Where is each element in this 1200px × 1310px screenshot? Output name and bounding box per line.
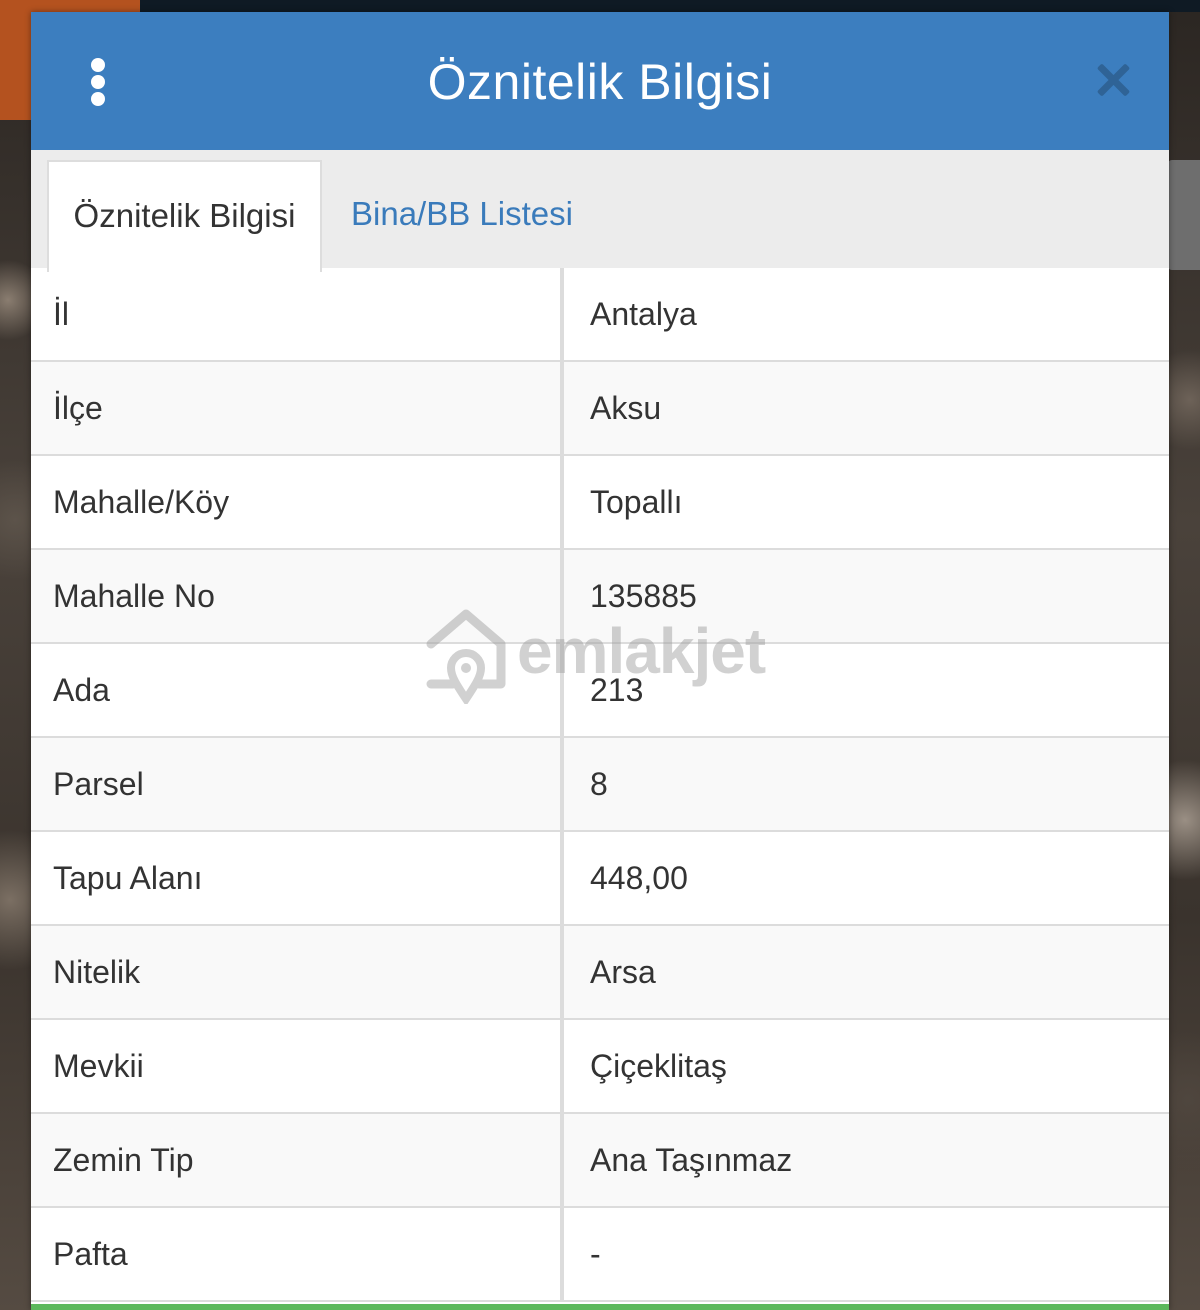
table-row: Mahalle No 135885 bbox=[31, 550, 1169, 644]
attribute-label: Mevkii bbox=[31, 1020, 564, 1112]
attribute-value: Ana Taşınmaz bbox=[590, 1142, 793, 1178]
map-top-edge bbox=[0, 0, 1200, 12]
table-row: Ada 213 bbox=[31, 644, 1169, 738]
modal-title: Öznitelik Bilgisi bbox=[427, 54, 773, 110]
attribute-value: 135885 bbox=[590, 578, 697, 614]
attribute-value: - bbox=[590, 1236, 601, 1272]
attribute-value: 448,00 bbox=[590, 860, 688, 896]
attribute-label: Zemin Tip bbox=[31, 1114, 564, 1206]
table-row: Mevkii Çiçeklitaş bbox=[31, 1020, 1169, 1114]
attribute-table: İl Antalya İlçe Aksu Mahalle/Köy Topallı Mahal… bbox=[31, 268, 1169, 1302]
attribute-info-modal: Öznitelik Bilgisi Öznitelik Bilgisi Bina… bbox=[31, 12, 1169, 1310]
attribute-label: Mahalle/Köy bbox=[31, 456, 564, 548]
table-row: Nitelik Arsa bbox=[31, 926, 1169, 1020]
tab-building-list[interactable]: Bina/BB Listesi bbox=[351, 160, 573, 268]
table-row: Mahalle/Köy Topallı bbox=[31, 456, 1169, 550]
table-row: Pafta - bbox=[31, 1208, 1169, 1302]
bottom-accent-bar bbox=[31, 1304, 1169, 1310]
table-row: İl Antalya bbox=[31, 268, 1169, 362]
attribute-value: Arsa bbox=[590, 954, 656, 990]
attribute-label: Ada bbox=[31, 644, 564, 736]
attribute-label: Nitelik bbox=[31, 926, 564, 1018]
attribute-value: Topallı bbox=[590, 484, 683, 520]
attribute-value: Antalya bbox=[590, 296, 697, 332]
table-row: Parsel 8 bbox=[31, 738, 1169, 832]
close-icon[interactable] bbox=[1093, 60, 1133, 100]
attribute-value: Çiçeklitaş bbox=[590, 1048, 727, 1084]
attribute-value: 213 bbox=[590, 672, 644, 708]
attribute-label: Mahalle No bbox=[31, 550, 564, 642]
table-row: Tapu Alanı 448,00 bbox=[31, 832, 1169, 926]
attribute-value: 8 bbox=[590, 766, 608, 802]
table-row: Zemin Tip Ana Taşınmaz bbox=[31, 1114, 1169, 1208]
page-scrollbar[interactable] bbox=[1168, 160, 1200, 270]
attribute-label: Parsel bbox=[31, 738, 564, 830]
attribute-label: Pafta bbox=[31, 1208, 564, 1300]
attribute-label: İlçe bbox=[31, 362, 564, 454]
table-row: İlçe Aksu bbox=[31, 362, 1169, 456]
modal-header: Öznitelik Bilgisi bbox=[31, 12, 1169, 150]
attribute-label: İl bbox=[31, 268, 564, 360]
tab-attribute-info[interactable]: Öznitelik Bilgisi bbox=[47, 160, 322, 272]
attribute-label: Tapu Alanı bbox=[31, 832, 564, 924]
tab-strip: Öznitelik Bilgisi Bina/BB Listesi bbox=[31, 150, 1169, 272]
attribute-value: Aksu bbox=[590, 390, 662, 426]
